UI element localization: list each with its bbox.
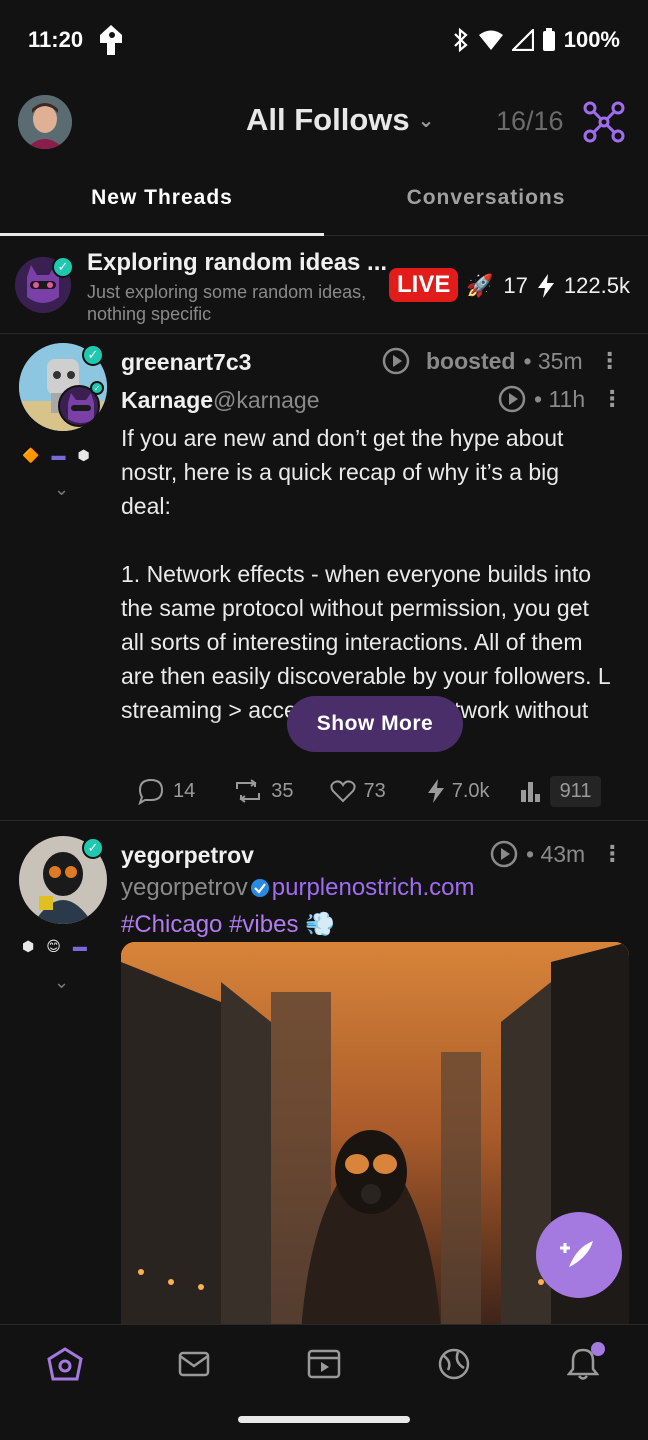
zap-amount: 7.0k [451, 779, 490, 802]
live-badge: LIVE [389, 268, 459, 302]
badges-row: ⬢ 😊 ▬ [22, 938, 87, 955]
bar-chart-icon [520, 782, 540, 802]
tab-conversations[interactable]: Conversations [324, 170, 648, 235]
feed-selector[interactable]: All Follows ⌄ [246, 102, 434, 138]
relay-count[interactable]: 16/16 [496, 106, 564, 137]
boosted-label: boosted [426, 347, 516, 374]
mail-icon [179, 1351, 210, 1376]
repost-count: 35 [271, 779, 294, 802]
rocket-icon: 🚀 [466, 273, 494, 298]
live-stream-title: Exploring random ideas ... [87, 249, 388, 276]
chevron-down-icon: ⌄ [417, 109, 435, 132]
live-zap-amount: 122.5k [563, 273, 630, 298]
like-count: 73 [363, 779, 386, 802]
top-app-bar: All Follows ⌄ 16/16 [0, 88, 648, 158]
nip05-domain: purplenostrich.com [271, 874, 475, 901]
zap-icon [427, 779, 444, 803]
post-time: • 11h [534, 385, 586, 412]
new-post-button[interactable] [536, 1212, 622, 1298]
nav-home[interactable] [35, 1334, 95, 1394]
boost-time: • 35m [523, 347, 583, 374]
author-handle: @karnage [213, 387, 320, 413]
author-name[interactable]: yegorpetrov [121, 842, 254, 869]
status-time: 11:20 [28, 27, 84, 52]
reply-icon [138, 778, 164, 805]
view-count: 911 [549, 775, 602, 807]
battery-icon [542, 28, 555, 51]
reply-count: 14 [173, 779, 196, 802]
compose-feather-icon [560, 1241, 593, 1267]
post-actions: 14 35 73 7.0k 911 [121, 772, 621, 810]
nip05-address[interactable]: yegorpetrov purplenostrich.com [121, 874, 475, 902]
boost-meta: boosted • 35m ⋮ [382, 347, 621, 375]
badge-icon[interactable]: ⬢ [22, 938, 34, 955]
badge-icon[interactable]: 😊 [46, 938, 61, 955]
status-bar: 11:20 100% [0, 0, 648, 80]
bluetooth-icon [453, 28, 468, 52]
badge-icon[interactable]: ▬ [51, 447, 65, 464]
live-stream-stats: 🚀 17 122.5k [466, 273, 630, 299]
more-options-icon[interactable]: ⋮ [601, 386, 623, 412]
show-more-button[interactable]: Show More [287, 696, 463, 752]
expand-badges-icon[interactable]: ⌄ [54, 479, 69, 500]
notification-dot [591, 1341, 606, 1356]
feed-tabs: New Threads Conversations [0, 170, 648, 236]
badge-icon[interactable]: ▬ [73, 938, 87, 955]
like-button[interactable]: 73 [329, 779, 386, 803]
live-boost-count: 17 [503, 273, 528, 298]
video-icon [307, 1349, 341, 1378]
home-icon [47, 1346, 83, 1380]
feed-title: All Follows [246, 102, 410, 137]
post-meta: • 43m ⋮ [490, 840, 623, 868]
views-button[interactable]: 911 [520, 775, 602, 807]
nip05-user: yegorpetrov [121, 874, 248, 901]
author-line[interactable]: Karnage @karnage [121, 387, 320, 414]
verified-icon: ✓ [82, 344, 104, 366]
gesture-handle[interactable] [238, 1416, 410, 1423]
zap-button[interactable]: 7.0k [427, 779, 490, 803]
relays-network-icon[interactable] [582, 100, 626, 144]
nav-discover[interactable] [424, 1334, 484, 1394]
badges-row: 🔶 ▬ ⬢ [22, 447, 90, 464]
more-options-icon[interactable]: ⋮ [599, 348, 621, 374]
battery-percent: 100% [563, 27, 620, 52]
badge-icon[interactable]: ⬢ [77, 447, 89, 464]
reply-button[interactable]: 14 [137, 777, 195, 805]
signal-icon [511, 29, 534, 51]
live-stream-subtitle: Just exploring some random ideas, nothin… [87, 282, 367, 324]
expand-badges-icon[interactable]: ⌄ [54, 972, 69, 993]
post-time: • 43m [526, 840, 586, 867]
zap-icon [537, 274, 554, 298]
wifi-icon [478, 30, 503, 50]
play-circle-icon [382, 347, 410, 375]
nav-notifications[interactable] [553, 1334, 613, 1394]
tab-new-threads[interactable]: New Threads [0, 170, 324, 236]
booster-name[interactable]: greenart7c3 [121, 349, 251, 376]
post-hashtags[interactable]: #Chicago #vibes 💨 [121, 910, 335, 939]
verified-icon: ✓ [82, 837, 104, 859]
badge-icon[interactable]: 🔶 [22, 447, 39, 464]
globe-icon [438, 1348, 469, 1379]
nav-video[interactable] [294, 1334, 354, 1394]
verified-badge-icon [250, 879, 269, 897]
play-circle-icon [490, 840, 518, 868]
repost-button[interactable]: 35 [233, 779, 294, 803]
heart-icon [329, 780, 356, 803]
post-meta: • 11h ⋮ [498, 385, 623, 413]
verified-icon: ✓ [90, 381, 104, 395]
author-name: Karnage [121, 387, 214, 413]
repost-icon [236, 779, 261, 803]
nav-messages[interactable] [164, 1334, 224, 1394]
app-notification-icon [100, 25, 123, 55]
verified-icon: ✓ [52, 256, 74, 278]
live-stream-banner[interactable]: ✓ Exploring random ideas ... Just explor… [0, 237, 648, 334]
my-avatar[interactable] [18, 95, 72, 149]
avatar-face-icon [18, 95, 72, 149]
more-options-icon[interactable]: ⋮ [601, 841, 623, 867]
play-circle-icon [498, 385, 526, 413]
bottom-navigation [0, 1324, 648, 1402]
